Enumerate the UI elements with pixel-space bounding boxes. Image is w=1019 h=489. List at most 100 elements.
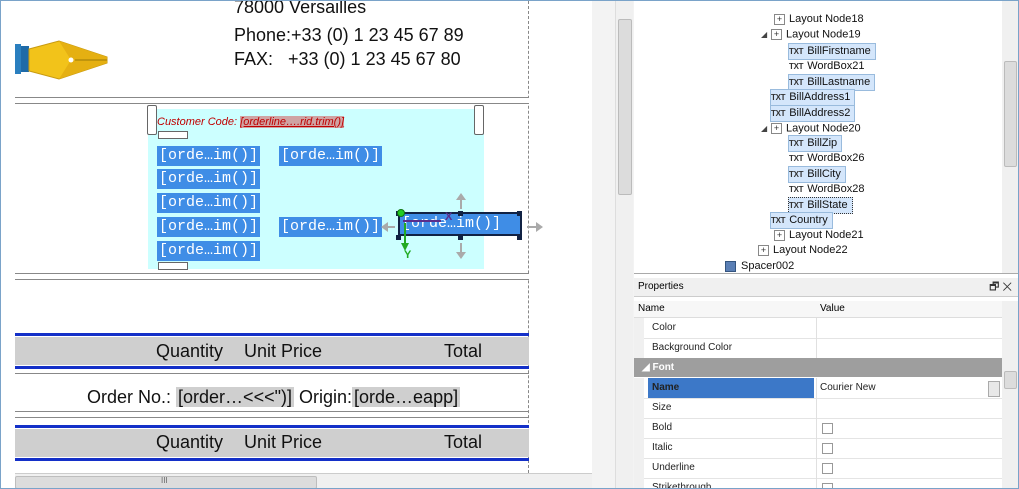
- properties-panel: Properties 🗗 ✕ Name Value Color Backgrou…: [634, 273, 1018, 488]
- resize-handle-top[interactable]: [158, 131, 188, 139]
- property-row-strikethrough[interactable]: Strikethrough: [634, 478, 1002, 488]
- strikethrough-checkbox[interactable]: [822, 483, 833, 488]
- tree-node-wordbox21[interactable]: TXT WordBox21: [789, 59, 865, 74]
- tree-node-layout-node22[interactable]: + Layout Node22: [758, 243, 848, 258]
- customer-code-field[interactable]: [orderline….rid.trim()]: [240, 116, 345, 128]
- header-band-bottom-line: [15, 366, 529, 369]
- order-row: Order No.: [order…<<<")] Origin: [orde…ea…: [87, 387, 461, 408]
- properties-grid-header: Name Value: [634, 301, 1002, 318]
- property-row-bold[interactable]: Bold: [634, 418, 1002, 439]
- unit-price-column-header[interactable]: Unit Price: [244, 432, 322, 453]
- tree-vertical-scrollbar[interactable]: [1002, 1, 1018, 273]
- resize-handle-right[interactable]: [474, 105, 484, 135]
- origin-field[interactable]: [orde…eapp]: [352, 387, 461, 407]
- tree-node-billzip[interactable]: TXT BillZip: [788, 135, 843, 152]
- text-box-icon: TXT: [789, 201, 804, 210]
- address-line-city: 78000 Versailles: [234, 1, 367, 17]
- tree-node-billaddress1[interactable]: TXT BillAddress1: [770, 89, 856, 106]
- tree-node-layout-node19[interactable]: ◢ + Layout Node19: [761, 27, 861, 42]
- country-field[interactable]: [orde…im()]: [157, 241, 261, 261]
- total-column-header[interactable]: Total: [444, 341, 482, 362]
- tree-node-spacer002[interactable]: Spacer002: [725, 259, 794, 273]
- order-no-field[interactable]: [order…<<<")]: [176, 387, 294, 407]
- underline-checkbox[interactable]: [822, 463, 833, 474]
- tree-node-country[interactable]: TXT Country: [770, 212, 833, 229]
- tree-node-layout-node20[interactable]: ◢ + Layout Node20: [761, 121, 861, 136]
- designer-horizontal-scrollbar[interactable]: III: [15, 473, 592, 488]
- collapse-arrow-icon: ◢: [642, 362, 650, 373]
- designer-vertical-scrollbar[interactable]: [615, 1, 633, 488]
- text-box-icon: TXT: [789, 78, 804, 87]
- band-separator: [15, 373, 529, 374]
- tree-scrollbar-thumb[interactable]: [1004, 61, 1017, 167]
- property-row-underline[interactable]: Underline: [634, 458, 1002, 479]
- origin-label: Origin:: [293, 387, 353, 407]
- text-box-icon: TXT: [789, 47, 804, 56]
- band-separator[interactable]: [15, 273, 529, 280]
- pin-icon[interactable]: 🗗: [989, 281, 999, 293]
- value-column-header: Value: [820, 303, 845, 314]
- expand-icon[interactable]: +: [758, 244, 769, 256]
- property-row-font-name[interactable]: Name Courier New: [634, 378, 1002, 399]
- italic-checkbox[interactable]: [822, 443, 833, 454]
- text-box-icon: TXT: [789, 154, 804, 163]
- quantity-column-header[interactable]: Quantity: [156, 432, 223, 453]
- text-box-icon: TXT: [789, 139, 804, 148]
- resize-handle-bottom[interactable]: [158, 262, 188, 270]
- property-row-size[interactable]: Size: [634, 398, 1002, 419]
- name-column-header: Name: [638, 303, 665, 314]
- font-picker-button[interactable]: [988, 381, 1000, 397]
- properties-title-bar: Properties 🗗 ✕: [634, 278, 1018, 297]
- tree-node-billfirstname[interactable]: TXT BillFirstname: [788, 43, 876, 60]
- tree-node-billaddress2[interactable]: TXT BillAddress2: [770, 105, 856, 122]
- tree-node-billcity[interactable]: TXT BillCity: [788, 166, 846, 183]
- bill-firstname-field[interactable]: [orde…im()]: [157, 146, 261, 166]
- collapse-arrow-icon[interactable]: ◢: [761, 121, 771, 136]
- resize-handle-left[interactable]: [147, 105, 157, 135]
- collapse-arrow-icon[interactable]: ◢: [761, 27, 771, 42]
- text-box-icon: TXT: [771, 216, 786, 225]
- app-window: 78000 Versailles Phone:+33 (0) 1 23 45 6…: [0, 0, 1019, 489]
- bill-address1-field[interactable]: [orde…im()]: [157, 169, 261, 189]
- text-box-icon: TXT: [771, 109, 786, 118]
- spacer-icon: [725, 260, 736, 272]
- text-box-icon: TXT: [771, 93, 786, 102]
- property-category-font[interactable]: ◢ Font: [634, 358, 1002, 377]
- bill-city-field[interactable]: [orde…im()]: [279, 217, 383, 237]
- unit-price-column-header[interactable]: Unit Price: [244, 341, 322, 362]
- fountain-pen-logo-icon: [15, 40, 108, 80]
- address-phone: Phone:+33 (0) 1 23 45 67 89: [234, 25, 464, 45]
- bill-lastname-field[interactable]: [orde…im()]: [279, 146, 383, 166]
- properties-scrollbar-thumb[interactable]: [1004, 371, 1017, 389]
- tree-node-wordbox28[interactable]: TXT WordBox28: [789, 182, 865, 197]
- bold-checkbox[interactable]: [822, 423, 833, 434]
- bill-zip-field[interactable]: [orde…im()]: [157, 217, 261, 237]
- total-column-header[interactable]: Total: [444, 432, 482, 453]
- tree-node-wordbox26[interactable]: TXT WordBox26: [789, 151, 865, 166]
- property-row-background-color[interactable]: Background Color: [634, 338, 1002, 359]
- band-separator: [15, 411, 529, 412]
- report-designer-canvas[interactable]: 78000 Versailles Phone:+33 (0) 1 23 45 6…: [1, 1, 613, 488]
- header-band-top-line: [15, 333, 529, 336]
- tree-node-layout-node21[interactable]: + Layout Node21: [774, 228, 864, 243]
- expand-icon[interactable]: +: [774, 13, 785, 25]
- property-row-color[interactable]: Color: [634, 318, 1002, 339]
- customer-code-label: Customer Code: [orderline….rid.trim()]: [157, 116, 345, 128]
- scrollbar-grip: III: [161, 476, 168, 485]
- properties-vertical-scrollbar[interactable]: [1002, 301, 1018, 488]
- expand-icon[interactable]: +: [771, 123, 782, 134]
- property-row-italic[interactable]: Italic: [634, 438, 1002, 459]
- order-no-label: Order No.:: [87, 387, 177, 407]
- expand-icon[interactable]: +: [771, 29, 782, 40]
- tree-node-layout-node18[interactable]: + Layout Node18: [774, 12, 864, 27]
- close-icon[interactable]: ✕: [1002, 281, 1012, 293]
- layout-tree: + Layout Node18 ◢ + Layout Node19 TXT BillFi…: [634, 1, 1018, 273]
- text-box-icon: TXT: [789, 62, 804, 71]
- bill-address2-field[interactable]: [orde…im()]: [157, 193, 261, 213]
- expand-icon[interactable]: +: [774, 229, 785, 241]
- quantity-column-header[interactable]: Quantity: [156, 341, 223, 362]
- vertical-scrollbar-thumb[interactable]: [618, 19, 632, 195]
- y-axis-label: Y: [404, 249, 412, 261]
- band-separator: [15, 417, 529, 418]
- band-separator[interactable]: [15, 97, 529, 104]
